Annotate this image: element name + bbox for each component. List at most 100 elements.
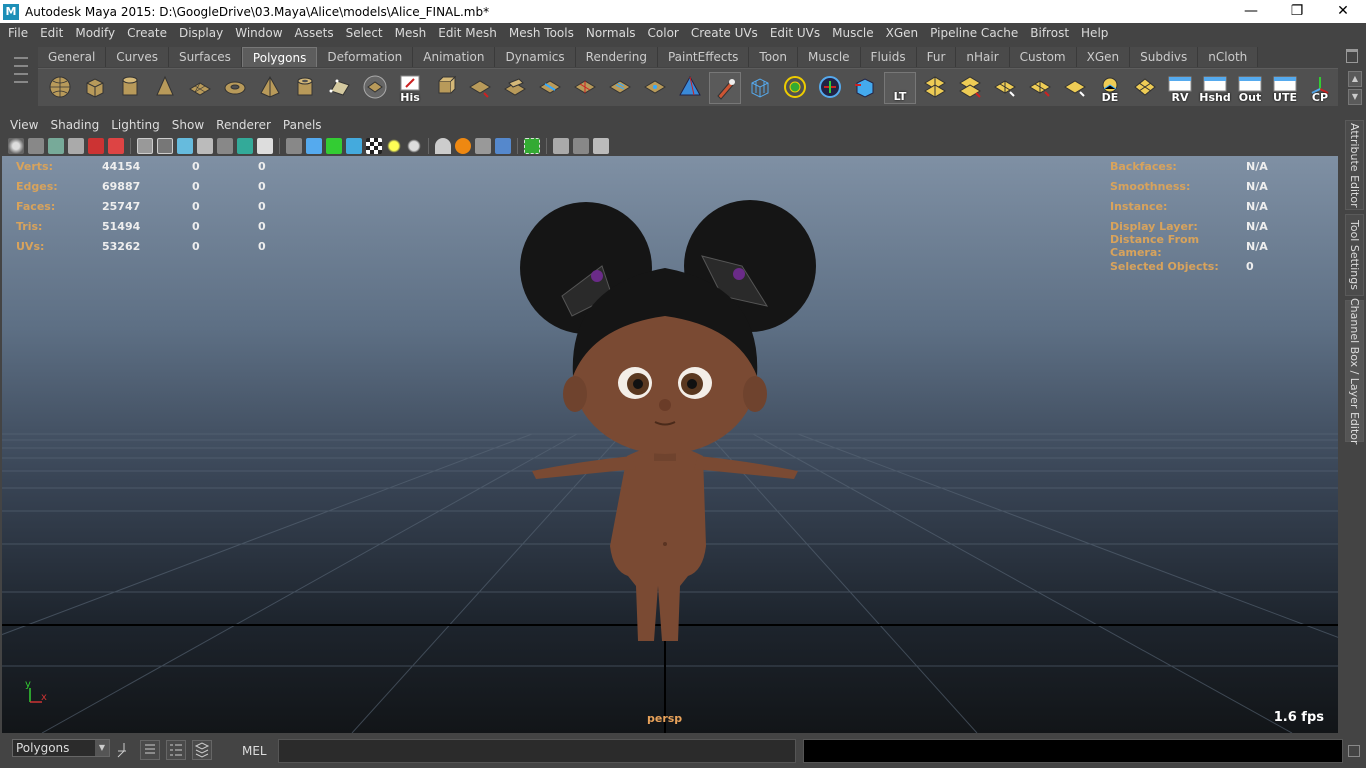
use-all-lights-icon[interactable]	[386, 137, 402, 154]
mel-language-label[interactable]: MEL	[242, 744, 267, 758]
isolate-select-icon[interactable]	[524, 137, 540, 154]
close-button[interactable]: ✕	[1320, 0, 1366, 23]
hshd-button[interactable]: Hshd	[1199, 72, 1231, 104]
tab-tool-settings[interactable]: Tool Settings	[1345, 214, 1364, 296]
shelf-options-handle[interactable]	[10, 51, 32, 113]
panel-menu-view[interactable]: View	[4, 116, 44, 135]
menu-display[interactable]: Display	[173, 23, 229, 43]
safe-title-icon[interactable]	[257, 137, 273, 154]
snap-together-icon[interactable]	[115, 740, 135, 760]
insert-edge-loop-icon[interactable]	[569, 72, 601, 104]
shelf-tab-nhair[interactable]: nHair	[956, 47, 1010, 67]
menu-mesh-tools[interactable]: Mesh Tools	[503, 23, 580, 43]
menu-mesh[interactable]: Mesh	[389, 23, 433, 43]
shelf-tab-painteffects[interactable]: PaintEffects	[657, 47, 750, 67]
shelf-tab-deformation[interactable]: Deformation	[317, 47, 414, 67]
menu-file[interactable]: File	[2, 23, 34, 43]
screen-space-ao-icon[interactable]	[435, 137, 451, 154]
multisample-aa-icon[interactable]	[475, 137, 491, 154]
uv-move-sew-icon[interactable]	[1059, 72, 1091, 104]
shelf-scroll-down-button[interactable]: ▼	[1348, 89, 1362, 105]
shelf-tab-toon[interactable]: Toon	[749, 47, 799, 67]
poly-cone-icon[interactable]	[149, 72, 181, 104]
menu-modify[interactable]: Modify	[69, 23, 121, 43]
poly-plane-icon[interactable]	[184, 72, 216, 104]
rv-button[interactable]: RV	[1164, 72, 1196, 104]
panel-menu-renderer[interactable]: Renderer	[210, 116, 277, 135]
planar-mapping-icon[interactable]	[1129, 72, 1161, 104]
panel-menu-show[interactable]: Show	[166, 116, 210, 135]
menu-edit-uvs[interactable]: Edit UVs	[764, 23, 826, 43]
menu-window[interactable]: Window	[229, 23, 288, 43]
tab-channel-box-layer-editor[interactable]: Channel Box / Layer Editor	[1345, 298, 1364, 444]
panel-menu-shading[interactable]: Shading	[44, 116, 105, 135]
film-gate-icon[interactable]	[157, 137, 173, 154]
offset-edge-loop-icon[interactable]	[604, 72, 636, 104]
uv-layout-icon[interactable]	[919, 72, 951, 104]
poly-torus-icon[interactable]	[219, 72, 251, 104]
menu-select[interactable]: Select	[340, 23, 389, 43]
perspective-viewport[interactable]: Verts: 44154 0 0 Edges: 69887 0 0 Faces:…	[2, 156, 1338, 733]
combine-icon[interactable]	[359, 72, 391, 104]
shelf-tab-fluids[interactable]: Fluids	[860, 47, 917, 67]
bookmarks-icon[interactable]	[48, 137, 64, 154]
xray-active-components-icon[interactable]	[593, 137, 609, 154]
menu-set-dropdown[interactable]: Polygons ▼	[12, 739, 110, 757]
uv-cut-icon[interactable]	[989, 72, 1021, 104]
poly-sphere-icon[interactable]	[44, 72, 76, 104]
history-icon[interactable]: His	[394, 72, 426, 104]
create-polygon-tool-icon[interactable]	[324, 72, 356, 104]
poly-cylinder-icon[interactable]	[114, 72, 146, 104]
shelf-tab-custom[interactable]: Custom	[1009, 47, 1077, 67]
cp-button[interactable]: CP	[1304, 72, 1336, 104]
transfer-attributes-icon[interactable]	[849, 72, 881, 104]
shelf-tab-dynamics[interactable]: Dynamics	[495, 47, 576, 67]
grid-icon[interactable]	[137, 137, 153, 154]
select-camera-icon[interactable]	[8, 137, 24, 154]
menu-muscle[interactable]: Muscle	[826, 23, 880, 43]
soft-select-icon[interactable]	[814, 72, 846, 104]
shelf-tab-subdivs[interactable]: Subdivs	[1130, 47, 1199, 67]
smooth-shade-icon[interactable]	[306, 137, 322, 154]
shelf-tab-general[interactable]: General	[38, 47, 107, 67]
shelf-scroll-up-button[interactable]: ▲	[1348, 71, 1362, 87]
textured-icon[interactable]	[346, 137, 362, 154]
menu-pipeline-cache[interactable]: Pipeline Cache	[924, 23, 1024, 43]
poly-cube-icon[interactable]	[79, 72, 111, 104]
shadows-icon[interactable]	[406, 137, 422, 154]
mel-command-input[interactable]	[278, 739, 796, 763]
tab-attribute-editor[interactable]: Attribute Editor	[1345, 120, 1364, 210]
maya-app-icon[interactable]: M	[3, 3, 19, 20]
depth-of-field-icon[interactable]	[495, 137, 511, 154]
wireframe-on-shaded-icon[interactable]	[326, 137, 342, 154]
append-polygon-icon[interactable]	[499, 72, 531, 104]
menu-create-uvs[interactable]: Create UVs	[685, 23, 764, 43]
shelf-tab-muscle[interactable]: Muscle	[798, 47, 861, 67]
split-polygon-icon[interactable]	[534, 72, 566, 104]
shelf-tab-animation[interactable]: Animation	[413, 47, 496, 67]
menu-edit-mesh[interactable]: Edit Mesh	[432, 23, 503, 43]
uv-sew-icon[interactable]	[1024, 72, 1056, 104]
ute-button[interactable]: UTE	[1269, 72, 1301, 104]
x-ray-icon[interactable]	[744, 72, 776, 104]
menu-bifrost[interactable]: Bifrost	[1024, 23, 1075, 43]
image-plane-icon[interactable]	[68, 137, 84, 154]
snap-to-grid-icon[interactable]	[779, 72, 811, 104]
safe-action-icon[interactable]	[237, 137, 253, 154]
xray-joints-icon[interactable]	[573, 137, 589, 154]
layer-editor-icon[interactable]	[192, 740, 212, 760]
bridge-icon[interactable]	[464, 72, 496, 104]
menu-create[interactable]: Create	[121, 23, 173, 43]
menu-edit[interactable]: Edit	[34, 23, 69, 43]
uv-unfold-icon[interactable]	[954, 72, 986, 104]
restore-button[interactable]: ❐	[1274, 0, 1320, 23]
shelf-tab-rendering[interactable]: Rendering	[575, 47, 658, 67]
shelf-tab-ncloth[interactable]: nCloth	[1198, 47, 1259, 67]
poly-pipe-icon[interactable]	[289, 72, 321, 104]
script-editor-icon[interactable]	[140, 740, 160, 760]
merge-vertices-icon[interactable]	[639, 72, 671, 104]
out-button[interactable]: Out	[1234, 72, 1266, 104]
menu-normals[interactable]: Normals	[580, 23, 642, 43]
motion-blur-icon[interactable]	[455, 137, 471, 154]
de-button[interactable]: DE	[1094, 72, 1126, 104]
